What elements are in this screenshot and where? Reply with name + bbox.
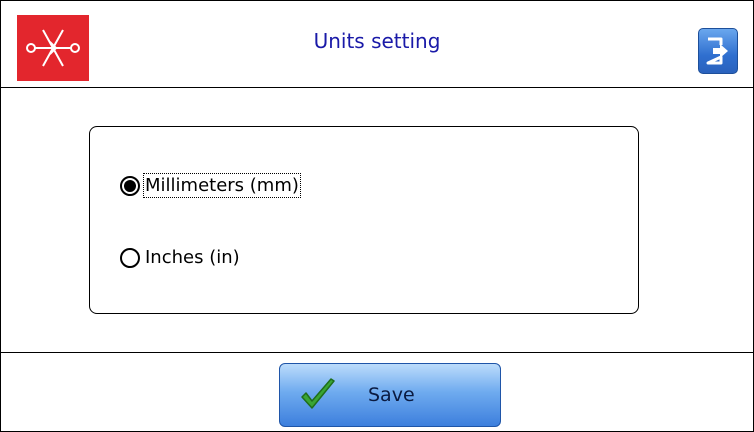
units-option-label: Millimeters (mm) xyxy=(143,173,301,198)
radio-millimeters[interactable] xyxy=(120,175,140,196)
radio-selected-dot xyxy=(124,179,136,192)
units-option-millimeters[interactable]: Millimeters (mm) xyxy=(120,173,301,198)
window-frame: Units setting Millimeters (mm) Inches (i… xyxy=(0,0,754,432)
exit-button[interactable] xyxy=(698,28,738,74)
header: Units setting xyxy=(1,1,753,88)
units-options-group: Millimeters (mm) Inches (in) xyxy=(89,126,639,314)
radio-inches[interactable] xyxy=(120,247,140,268)
save-button[interactable]: Save xyxy=(279,363,501,427)
exit-door-icon xyxy=(706,37,728,65)
page-title: Units setting xyxy=(313,29,441,53)
footer-divider xyxy=(1,352,753,353)
units-option-inches[interactable]: Inches (in) xyxy=(120,246,241,269)
save-button-label: Save xyxy=(368,384,415,406)
units-option-label: Inches (in) xyxy=(145,247,240,268)
checkmark-icon xyxy=(301,378,335,409)
